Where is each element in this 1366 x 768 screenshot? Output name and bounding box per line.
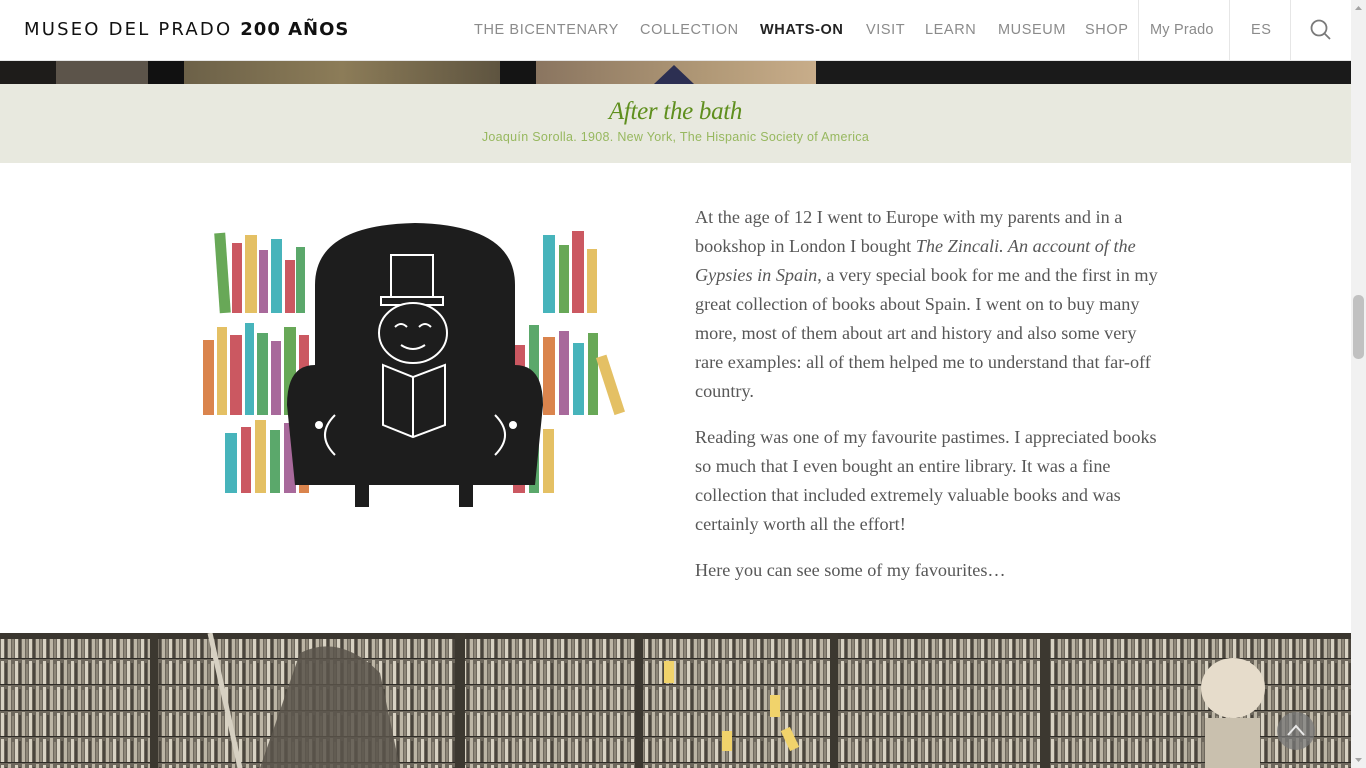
nav-item-whats-on[interactable]: WHATS-ON xyxy=(760,21,843,39)
painting-image-strip xyxy=(0,61,1351,84)
article-text-segment: , a very special book for me and the fir… xyxy=(695,265,1158,401)
library-bookshelves-image xyxy=(0,633,1351,768)
logo-bold-text: 200 AÑOS xyxy=(240,19,350,40)
logo-text: MUSEO DEL PRADO xyxy=(24,19,233,40)
library-photo xyxy=(0,633,1351,768)
scrollbar-thumb[interactable] xyxy=(1353,295,1364,359)
language-switch[interactable]: ES xyxy=(1251,21,1272,39)
back-to-top-button[interactable] xyxy=(1277,712,1315,750)
nav-divider xyxy=(1138,0,1139,60)
search-icon xyxy=(1310,19,1331,40)
nav-item-museum[interactable]: MUSEUM xyxy=(998,21,1066,39)
site-header: MUSEO DEL PRADO 200 AÑOS THE BICENTENARY… xyxy=(0,0,1351,61)
nav-item-collection[interactable]: COLLECTION xyxy=(640,21,739,39)
article-paragraph: At the age of 12 I went to Europe with m… xyxy=(695,203,1165,406)
nav-divider xyxy=(1229,0,1230,60)
search-button[interactable] xyxy=(1291,0,1351,60)
reading-armchair-illustration xyxy=(203,223,625,507)
scrollbar-arrows xyxy=(1355,6,1362,762)
site-logo[interactable]: MUSEO DEL PRADO 200 AÑOS xyxy=(24,19,349,41)
nav-item-bicentenary[interactable]: THE BICENTENARY xyxy=(474,21,619,39)
article-paragraph: Reading was one of my favourite pastimes… xyxy=(695,427,1157,534)
painting-title: After the bath xyxy=(608,98,743,125)
painting-credit: Joaquín Sorolla. 1908. New York, The His… xyxy=(481,130,870,144)
article-paragraph: Here you can see some of my favourites… xyxy=(695,560,1006,580)
nav-item-learn[interactable]: LEARN xyxy=(925,21,976,39)
page-scrollbar[interactable] xyxy=(1351,0,1366,768)
nav-item-visit[interactable]: VISIT xyxy=(866,21,905,39)
article-text: At the age of 12 I went to Europe with m… xyxy=(695,203,1165,602)
nav-item-shop[interactable]: SHOP xyxy=(1085,21,1129,39)
chevron-up-icon xyxy=(1287,724,1305,736)
my-prado-link[interactable]: My Prado xyxy=(1150,21,1214,39)
